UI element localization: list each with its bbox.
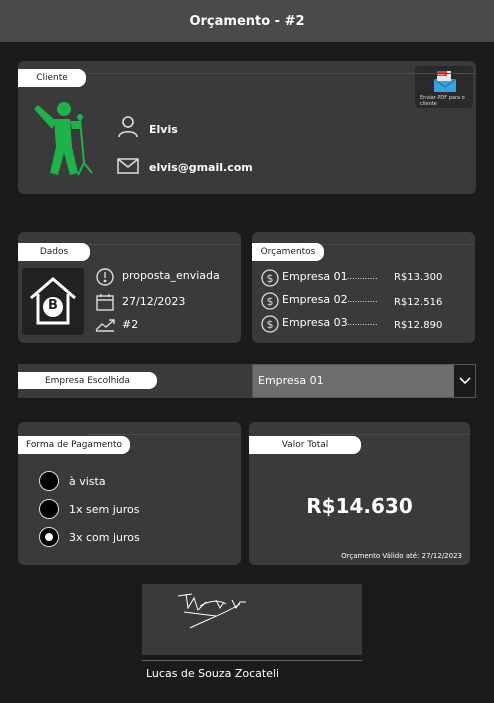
total-value: R$14.630 xyxy=(306,494,413,518)
payment-radio[interactable] xyxy=(39,471,59,491)
orcamento-row-1: $ Empresa 01 ............ R$13.300 xyxy=(261,269,471,289)
payment-radio[interactable] xyxy=(39,499,59,519)
orcamentos-label: Orçamentos xyxy=(252,243,324,261)
validity-text: Orçamento Válido até: 27/12/2023 xyxy=(341,552,462,560)
empresa-escolhida-row: Empresa Escolhida Empresa 01 xyxy=(18,364,476,398)
alert-icon xyxy=(96,268,114,286)
cliente-label: Cliente xyxy=(18,69,86,87)
signature-icon xyxy=(176,588,262,630)
orcamentos-card: Orçamentos $ Empresa 01 ............ R$1… xyxy=(252,232,475,343)
empresa-escolhida-label: Empresa Escolhida xyxy=(18,372,157,389)
chevron-down-icon xyxy=(458,377,471,385)
payment-radio-selected[interactable] xyxy=(39,527,59,547)
signature-line xyxy=(142,660,362,661)
orcamento-value: R$13.300 xyxy=(394,272,443,283)
empresa-select-toggle[interactable] xyxy=(454,365,475,397)
client-email: elvis@gmail.com xyxy=(149,161,253,174)
send-pdf-button[interactable]: PDF Enviar PDF para o cliente xyxy=(415,66,473,108)
dados-label: Dados xyxy=(18,243,90,261)
orcamento-dots: ............ xyxy=(347,295,378,304)
orcamento-row-2: $ Empresa 02 ............ R$12.516 xyxy=(261,292,471,312)
send-pdf-label: Enviar PDF para o cliente xyxy=(420,95,465,107)
dados-card: Dados B proposta_enviada 27/12/2023 #2 xyxy=(18,232,241,343)
pdf-badge: PDF xyxy=(438,72,445,76)
dollar-icon: $ xyxy=(261,315,279,333)
valor-total-label: Valor Total xyxy=(249,436,361,454)
orcamento-value: R$12.890 xyxy=(394,320,443,331)
orcamento-dots: ............ xyxy=(347,318,378,327)
orcamento-name: Empresa 01 xyxy=(282,270,348,283)
signer-name: Lucas de Souza Zocateli xyxy=(146,667,280,680)
payment-option[interactable]: 3x com juros xyxy=(39,527,140,547)
client-name: Elvis xyxy=(149,123,178,136)
trend-icon xyxy=(95,318,115,332)
cliente-card: Cliente Elvis elvis@gmail.com PDF Enviar… xyxy=(18,61,476,194)
pdf-mail-icon xyxy=(433,71,457,93)
dollar-icon: $ xyxy=(261,292,279,310)
singer-icon xyxy=(32,99,94,179)
payment-option-label: à vista xyxy=(69,474,106,488)
user-icon xyxy=(118,116,138,138)
page-title: Orçamento - #2 xyxy=(189,13,305,29)
date-text: 27/12/2023 xyxy=(122,295,186,308)
dollar-icon: $ xyxy=(261,269,279,287)
pagamento-label: Forma de Pagamento xyxy=(18,436,130,454)
valor-total-card: Valor Total R$14.630 Orçamento Válido at… xyxy=(249,422,470,565)
svg-text:$: $ xyxy=(267,318,274,331)
payment-option[interactable]: 1x sem juros xyxy=(39,499,140,519)
orcamento-name: Empresa 02 xyxy=(282,293,348,306)
calendar-icon xyxy=(96,293,114,311)
orcamento-value: R$12.516 xyxy=(394,297,443,308)
number-text: #2 xyxy=(122,318,139,331)
orcamento-dots: ............ xyxy=(347,272,378,281)
status-text: proposta_enviada xyxy=(122,269,220,282)
payment-option-label: 3x com juros xyxy=(69,530,140,544)
pagamento-card: Forma de Pagamento à vista 1x sem juros … xyxy=(18,422,241,565)
mail-icon xyxy=(117,158,139,174)
svg-text:$: $ xyxy=(267,272,274,285)
payment-option[interactable]: à vista xyxy=(39,471,106,491)
page-header: Orçamento - #2 xyxy=(0,0,494,42)
signature-box xyxy=(142,584,362,655)
orcamento-row-3: $ Empresa 03 ............ R$12.890 xyxy=(261,315,471,335)
payment-option-label: 1x sem juros xyxy=(69,502,140,516)
svg-text:$: $ xyxy=(267,295,274,308)
empresa-select-value: Empresa 01 xyxy=(258,374,324,387)
company-logo: B xyxy=(22,268,84,335)
orcamento-name: Empresa 03 xyxy=(282,316,348,329)
empresa-select[interactable]: Empresa 01 xyxy=(252,364,476,398)
logo-letter: B xyxy=(48,298,58,313)
